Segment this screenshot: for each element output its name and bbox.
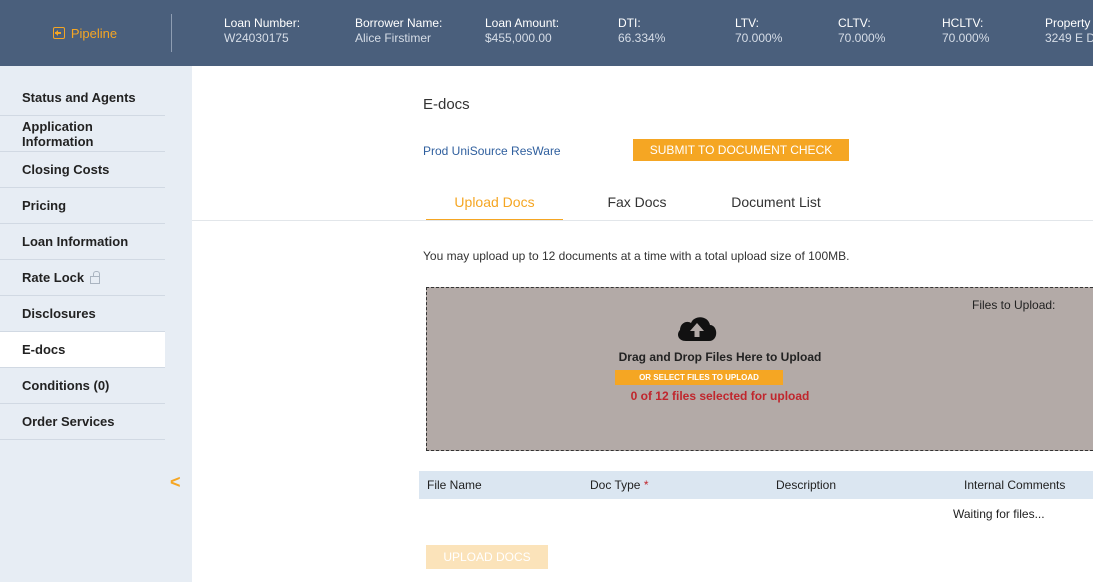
sidebar-item-label: Rate Lock: [22, 270, 85, 285]
sidebar-item-label: Disclosures: [22, 306, 96, 321]
sidebar-item-label: Pricing: [22, 198, 67, 213]
sidebar-item-disclosures[interactable]: Disclosures: [0, 296, 165, 332]
required-marker: *: [643, 478, 649, 492]
sidebar-item-loan-information[interactable]: Loan Information: [0, 224, 165, 260]
borrower-name-field: Borrower Name: Alice Firstimer: [355, 16, 442, 46]
upload-limit-note: You may upload up to 12 documents at a t…: [423, 249, 850, 263]
main-content: E-docs Prod UniSource ResWare SUBMIT TO …: [192, 66, 1093, 582]
column-label: File Name: [427, 478, 482, 492]
select-files-button[interactable]: OR SELECT FILES TO UPLOAD: [615, 370, 783, 385]
loan-amount-value: $455,000.00: [485, 31, 552, 45]
dropzone-title: Drag and Drop Files Here to Upload: [618, 350, 822, 364]
waiting-for-files-text: Waiting for files...: [953, 507, 1045, 521]
dti-value: 66.334%: [618, 31, 666, 45]
sidebar-item-status-and-agents[interactable]: Status and Agents: [0, 80, 165, 116]
sidebar-item-pricing[interactable]: Pricing: [0, 188, 165, 224]
files-to-upload-label: Files to Upload:: [972, 298, 1056, 312]
dti-field: DTI: 66.334%: [618, 16, 665, 46]
property-field: Property 3249 E D: [1045, 16, 1093, 46]
sidebar-item-e-docs[interactable]: E-docs: [0, 332, 165, 368]
files-selected-count: 0 of 12 files selected for upload: [630, 389, 810, 403]
sidebar-item-label: Loan Information: [22, 234, 129, 249]
sidebar-item-label: Closing Costs: [22, 162, 110, 177]
hcltv-label: HCLTV:: [942, 16, 984, 30]
file-dropzone[interactable]: Files to Upload: Drag and Drop Files Her…: [426, 287, 1093, 451]
cloud-upload-icon: [678, 317, 717, 341]
hcltv-field: HCLTV: 70.000%: [942, 16, 989, 46]
loan-amount-label: Loan Amount:: [485, 16, 560, 30]
tab-fax-docs[interactable]: Fax Docs: [587, 194, 687, 221]
sidebar-collapse-button[interactable]: <: [170, 472, 181, 493]
borrower-name-value: Alice Firstimer: [355, 31, 432, 45]
sidebar-item-label: Status and Agents: [22, 90, 136, 105]
borrower-name-label: Borrower Name:: [355, 16, 443, 30]
sidebar-item-closing-costs[interactable]: Closing Costs: [0, 152, 165, 188]
dti-label: DTI:: [618, 16, 641, 30]
cltv-field: CLTV: 70.000%: [838, 16, 885, 46]
upload-docs-button[interactable]: UPLOAD DOCS: [426, 545, 548, 569]
pipeline-icon: [52, 27, 65, 39]
sidebar: Status and Agents Application Informatio…: [0, 66, 192, 582]
tab-document-list[interactable]: Document List: [716, 194, 836, 221]
property-label: Property: [1045, 16, 1091, 30]
sidebar-item-label: Order Services: [22, 414, 115, 429]
provider-name: Prod UniSource ResWare: [423, 144, 561, 158]
sidebar-item-rate-lock[interactable]: Rate Lock: [0, 260, 165, 296]
ltv-label: LTV:: [735, 16, 760, 30]
sidebar-item-conditions[interactable]: Conditions (0): [0, 368, 165, 404]
sidebar-item-application-information[interactable]: Application Information: [0, 116, 165, 152]
sidebar-nav: Status and Agents Application Informatio…: [0, 80, 165, 440]
cltv-value: 70.000%: [838, 31, 886, 45]
sidebar-item-order-services[interactable]: Order Services: [0, 404, 165, 440]
tab-upload-docs[interactable]: Upload Docs: [426, 194, 563, 221]
tabs-divider: [192, 220, 1093, 221]
sidebar-item-label: Conditions (0): [22, 378, 110, 393]
cltv-label: CLTV:: [838, 16, 871, 30]
ltv-field: LTV: 70.000%: [735, 16, 782, 46]
top-header-bar: Pipeline Loan Number: W24030175 Borrower…: [0, 0, 1093, 66]
loan-number-value: W24030175: [224, 31, 289, 45]
sidebar-item-label: E-docs: [22, 342, 66, 357]
unlocked-icon: [90, 270, 101, 284]
column-file-name: File Name: [427, 478, 482, 492]
pipeline-label: Pipeline: [70, 25, 118, 41]
loan-number-field: Loan Number: W24030175: [224, 16, 300, 46]
column-doc-type: Doc Type *: [590, 478, 649, 492]
column-label: Description: [776, 478, 837, 492]
loan-number-label: Loan Number:: [224, 16, 301, 30]
column-label: Doc Type: [590, 478, 641, 492]
ltv-value: 70.000%: [735, 31, 783, 45]
column-description: Description: [776, 478, 836, 492]
column-label: Internal Comments: [964, 478, 1066, 492]
pipeline-button[interactable]: Pipeline: [0, 0, 170, 66]
loan-amount-field: Loan Amount: $455,000.00: [485, 16, 559, 46]
header-divider: [171, 14, 172, 52]
property-value: 3249 E D: [1045, 31, 1093, 45]
column-internal-comments: Internal Comments: [964, 478, 1065, 492]
sidebar-item-label: Application Information: [22, 118, 94, 149]
hcltv-value: 70.000%: [942, 31, 990, 45]
submit-to-document-check-button[interactable]: SUBMIT TO DOCUMENT CHECK: [633, 139, 849, 161]
files-table-header: File Name Doc Type * Description Interna…: [419, 471, 1093, 499]
page-title: E-docs: [423, 96, 470, 113]
